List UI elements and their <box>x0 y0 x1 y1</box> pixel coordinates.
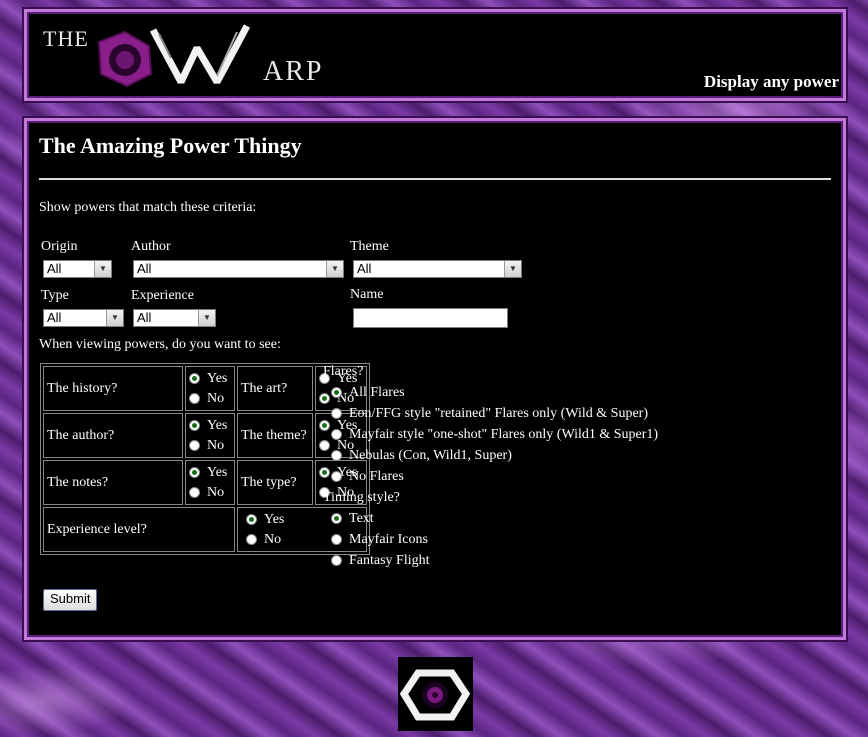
notes-label: The notes? <box>43 460 183 505</box>
type-select-value: All <box>47 310 62 325</box>
flares-option-none[interactable]: No Flares <box>323 466 658 487</box>
timing-option-label: Text <box>349 510 374 526</box>
flares-option-retained[interactable]: Eon/FFG style "retained" Flares only (Wi… <box>323 403 658 424</box>
criteria-intro: Show powers that match these criteria: <box>39 200 257 215</box>
page-tagline: Display any power <box>703 72 839 91</box>
flares-heading: Flares? <box>323 364 364 379</box>
timing-option-fantasy-flight[interactable]: Fantasy Flight <box>323 550 658 571</box>
no-label: No <box>207 390 225 406</box>
author-label: Author <box>131 239 171 254</box>
radio-icon[interactable] <box>331 534 342 545</box>
history-no-option[interactable]: No <box>189 389 231 409</box>
theme-select[interactable]: All ▼ <box>353 260 522 278</box>
radio-selected-icon[interactable] <box>246 514 257 525</box>
theme-select-value: All <box>357 261 372 276</box>
main-panel: The Amazing Power Thingy Show powers tha… <box>24 118 846 640</box>
divider <box>39 178 831 180</box>
yes-label: Yes <box>207 417 228 433</box>
history-label: The history? <box>43 366 183 411</box>
notes-no-option[interactable]: No <box>189 483 231 503</box>
author-select-value: All <box>137 261 152 276</box>
chevron-down-icon: ▼ <box>198 310 215 326</box>
footer-badge[interactable] <box>398 657 473 731</box>
no-label: No <box>264 531 282 547</box>
flares-option-label: Nebulas (Con, Wild1, Super) <box>349 447 512 463</box>
experience-select-value: All <box>137 310 152 325</box>
header-panel: THE ARP Display any power <box>24 9 846 101</box>
chevron-down-icon: ▼ <box>326 261 343 277</box>
submit-button[interactable]: Submit <box>43 589 98 611</box>
yes-label: Yes <box>207 464 228 480</box>
flares-option-label: Mayfair style "one-shot" Flares only (Wi… <box>349 426 659 442</box>
no-label: No <box>207 484 225 500</box>
art-label: The art? <box>237 366 313 411</box>
no-label: No <box>207 437 225 453</box>
logo-arp-text: ARP <box>263 56 324 87</box>
radio-selected-icon[interactable] <box>189 467 200 478</box>
history-radio-group: Yes No <box>185 366 235 411</box>
flares-timing-group: Flares? All Flares Eon/FFG style "retain… <box>323 361 658 571</box>
flares-option-label: No Flares <box>349 468 404 484</box>
type-select[interactable]: All ▼ <box>43 309 124 327</box>
radio-icon[interactable] <box>331 408 342 419</box>
origin-label: Origin <box>41 239 78 254</box>
flares-option-label: Eon/FFG style "retained" Flares only (Wi… <box>349 405 648 421</box>
warp-logo[interactable]: THE ARP <box>41 18 341 90</box>
flares-option-one-shot[interactable]: Mayfair style "one-shot" Flares only (Wi… <box>323 424 658 445</box>
history-yes-option[interactable]: Yes <box>189 369 231 389</box>
author-radio-group: Yes No <box>185 413 235 458</box>
timing-heading: Timing style? <box>323 490 400 505</box>
timing-option-label: Mayfair Icons <box>349 531 428 547</box>
experience-select[interactable]: All ▼ <box>133 309 216 327</box>
radio-icon[interactable] <box>331 450 342 461</box>
radio-selected-icon[interactable] <box>331 513 342 524</box>
experience-label: Experience <box>131 288 194 303</box>
radio-icon[interactable] <box>331 471 342 482</box>
type-view-label: The type? <box>237 460 313 505</box>
name-input[interactable] <box>353 308 508 328</box>
theme-view-label: The theme? <box>237 413 313 458</box>
radio-icon[interactable] <box>246 534 257 545</box>
radio-icon[interactable] <box>331 429 342 440</box>
origin-select[interactable]: All ▼ <box>43 260 112 278</box>
experience-level-label: Experience level? <box>43 507 235 552</box>
chevron-down-icon: ▼ <box>504 261 521 277</box>
timing-option-text[interactable]: Text <box>323 508 658 529</box>
radio-selected-icon[interactable] <box>331 387 342 398</box>
chevron-down-icon: ▼ <box>94 261 111 277</box>
name-label: Name <box>350 287 384 302</box>
logo-the-text: THE <box>43 26 89 51</box>
radio-icon[interactable] <box>189 393 200 404</box>
radio-icon[interactable] <box>189 487 200 498</box>
notes-yes-option[interactable]: Yes <box>189 463 231 483</box>
notes-radio-group: Yes No <box>185 460 235 505</box>
radio-icon[interactable] <box>331 555 342 566</box>
yes-label: Yes <box>264 511 285 527</box>
flares-option-all[interactable]: All Flares <box>323 382 658 403</box>
author-yes-option[interactable]: Yes <box>189 416 231 436</box>
page-title: The Amazing Power Thingy <box>39 133 302 158</box>
author-view-label: The author? <box>43 413 183 458</box>
author-select[interactable]: All ▼ <box>133 260 344 278</box>
view-options-table: The history? Yes No The art? Yes No The … <box>40 363 370 555</box>
flares-option-label: All Flares <box>349 384 405 400</box>
theme-label: Theme <box>350 239 389 254</box>
timing-option-label: Fantasy Flight <box>349 552 430 568</box>
yes-label: Yes <box>207 370 228 386</box>
type-label: Type <box>41 288 69 303</box>
timing-option-mayfair-icons[interactable]: Mayfair Icons <box>323 529 658 550</box>
flares-option-nebulas[interactable]: Nebulas (Con, Wild1, Super) <box>323 445 658 466</box>
radio-icon[interactable] <box>189 440 200 451</box>
radio-selected-icon[interactable] <box>189 373 200 384</box>
radio-selected-icon[interactable] <box>189 420 200 431</box>
author-no-option[interactable]: No <box>189 436 231 456</box>
origin-select-value: All <box>47 261 62 276</box>
warp-hexagon-icon <box>399 669 471 721</box>
view-question: When viewing powers, do you want to see: <box>39 337 281 352</box>
chevron-down-icon: ▼ <box>106 310 123 326</box>
